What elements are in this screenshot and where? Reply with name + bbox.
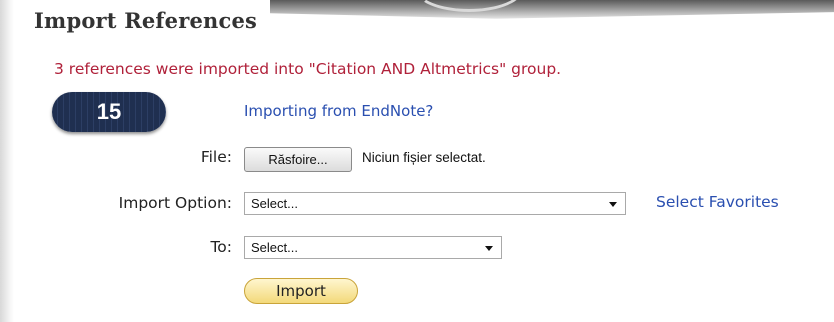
top-edge-shadow (270, 0, 834, 19)
step-number-badge: 15 (52, 92, 166, 132)
import-option-selected-value: Select... (251, 196, 298, 211)
chevron-down-icon (609, 202, 617, 207)
import-references-panel: Import References 3 references were impo… (0, 0, 834, 322)
import-button[interactable]: Import (244, 278, 358, 304)
file-status-text: Niciun fișier selectat. (362, 150, 486, 165)
left-edge-shadow (0, 0, 14, 322)
page-title: Import References (34, 8, 258, 33)
browse-file-button[interactable]: Răsfoire... (244, 147, 352, 172)
importing-from-endnote-link[interactable]: Importing from EndNote? (244, 102, 433, 120)
import-success-message: 3 references were imported into "Citatio… (54, 60, 562, 78)
import-option-select[interactable]: Select... (244, 192, 626, 215)
chevron-down-icon (485, 246, 493, 251)
import-option-label: Import Option: (118, 194, 232, 212)
destination-selected-value: Select... (251, 240, 298, 255)
destination-group-select[interactable]: Select... (244, 236, 502, 259)
select-favorites-link[interactable]: Select Favorites (656, 193, 779, 211)
file-label: File: (200, 148, 232, 166)
to-label: To: (210, 238, 232, 256)
